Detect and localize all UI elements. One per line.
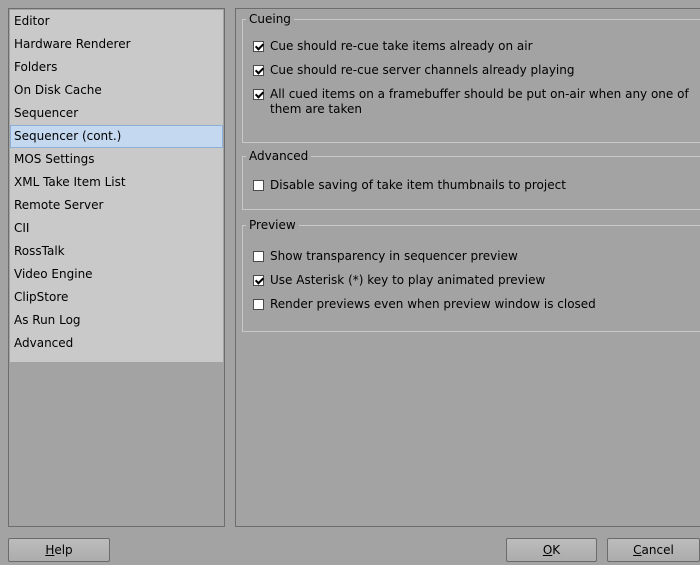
disable-thumbnails-checkbox[interactable] — [253, 180, 264, 191]
cancel-button-mnemonic: C — [633, 543, 642, 557]
show-transparency-checkbox[interactable] — [253, 251, 264, 262]
category-clipstore[interactable]: ClipStore — [10, 286, 223, 309]
category-on-disk-cache[interactable]: On Disk Cache — [10, 79, 223, 102]
preview-group-title: Preview — [249, 218, 296, 232]
help-button[interactable]: Help — [8, 538, 110, 562]
recue-take-items-checkbox[interactable] — [253, 41, 264, 52]
help-button-mnemonic: H — [45, 543, 55, 557]
settings-category-list: Editor Hardware Renderer Folders On Disk… — [10, 10, 223, 362]
category-advanced[interactable]: Advanced — [10, 332, 223, 355]
category-editor[interactable]: Editor — [10, 10, 223, 33]
category-video-engine[interactable]: Video Engine — [10, 263, 223, 286]
category-cii[interactable]: CII — [10, 217, 223, 240]
category-sequencer-cont[interactable]: Sequencer (cont.) — [10, 125, 223, 148]
option-asterisk-key[interactable]: Use Asterisk (*) key to play animated pr… — [253, 273, 697, 288]
disable-thumbnails-label[interactable]: Disable saving of take item thumbnails t… — [270, 178, 566, 193]
category-hardware-renderer[interactable]: Hardware Renderer — [10, 33, 223, 56]
category-folders[interactable]: Folders — [10, 56, 223, 79]
category-as-run-log[interactable]: As Run Log — [10, 309, 223, 332]
recue-server-channels-checkbox[interactable] — [253, 65, 264, 76]
asterisk-key-checkbox[interactable] — [253, 275, 264, 286]
put-all-on-air-label[interactable]: All cued items on a framebuffer should b… — [270, 87, 697, 117]
recue-take-items-label[interactable]: Cue should re-cue take items already on … — [270, 39, 533, 54]
advanced-group: Advanced Disable saving of take item thu… — [242, 150, 700, 210]
category-remote-server[interactable]: Remote Server — [10, 194, 223, 217]
cueing-group-title: Cueing — [249, 12, 291, 26]
advanced-group-title: Advanced — [249, 149, 309, 163]
option-put-all-on-air[interactable]: All cued items on a framebuffer should b… — [253, 87, 697, 117]
put-all-on-air-checkbox[interactable] — [253, 89, 264, 100]
ok-button-mnemonic: O — [542, 543, 553, 557]
settings-content-panel: Cueing Cue should re-cue take items alre… — [235, 8, 700, 527]
category-xml-take-item-list[interactable]: XML Take Item List — [10, 171, 223, 194]
category-mos-settings[interactable]: MOS Settings — [10, 148, 223, 171]
option-recue-server-channels[interactable]: Cue should re-cue server channels alread… — [253, 63, 697, 78]
option-recue-take-items[interactable]: Cue should re-cue take items already on … — [253, 39, 697, 54]
preview-group: Preview Show transparency in sequencer p… — [242, 219, 700, 332]
option-disable-thumbnails[interactable]: Disable saving of take item thumbnails t… — [253, 178, 697, 193]
category-rosstalk[interactable]: RossTalk — [10, 240, 223, 263]
ok-button[interactable]: OK — [506, 538, 597, 562]
cueing-group: Cueing Cue should re-cue take items alre… — [242, 13, 700, 143]
help-button-label-rest: elp — [54, 543, 73, 557]
ok-button-label-rest: K — [552, 543, 561, 557]
render-previews-closed-checkbox[interactable] — [253, 299, 264, 310]
recue-server-channels-label[interactable]: Cue should re-cue server channels alread… — [270, 63, 574, 78]
option-show-transparency[interactable]: Show transparency in sequencer preview — [253, 249, 697, 264]
asterisk-key-label[interactable]: Use Asterisk (*) key to play animated pr… — [270, 273, 545, 288]
category-sequencer[interactable]: Sequencer — [10, 102, 223, 125]
settings-category-panel: Editor Hardware Renderer Folders On Disk… — [8, 8, 225, 527]
show-transparency-label[interactable]: Show transparency in sequencer preview — [270, 249, 518, 264]
cancel-button-label-rest: ancel — [641, 543, 674, 557]
cancel-button[interactable]: Cancel — [607, 538, 700, 562]
render-previews-closed-label[interactable]: Render previews even when preview window… — [270, 297, 596, 312]
option-render-previews-closed[interactable]: Render previews even when preview window… — [253, 297, 697, 312]
